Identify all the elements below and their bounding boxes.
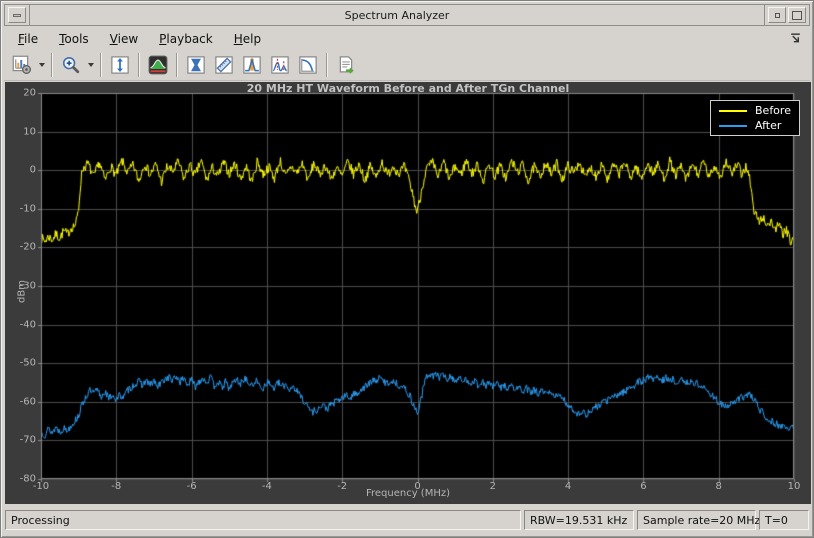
y-tick-label: -20 [19,241,36,253]
y-tick-label: -30 [19,280,36,292]
dock-button[interactable] [788,32,802,46]
generate-script-button[interactable] [333,52,359,78]
configuration-button[interactable] [9,52,35,78]
y-tick-label: 20 [23,87,36,99]
window-menu-button[interactable] [8,7,26,23]
ccdf-measurements-button[interactable] [295,52,321,78]
x-tick-label: 6 [640,481,647,492]
menu-help[interactable]: Help [228,30,267,48]
x-tick-label: -6 [186,481,197,492]
toolbar-separator [326,52,328,77]
maximize-icon [792,10,802,20]
menu-playback[interactable]: Playback [153,30,219,48]
legend-line-before [719,109,747,112]
plot-title: 20 MHz HT Waveform Before and After TGn … [246,82,570,95]
status-time: T=0 [759,510,809,530]
generate-script-icon [339,55,354,74]
y-tick-label: -40 [19,319,36,331]
chevron-down-icon [38,62,45,67]
spectrum-settings-icon [148,55,168,74]
minimize-button[interactable] [768,7,786,23]
measurements-ruler-button[interactable] [211,52,237,78]
chevron-down-icon [87,62,94,67]
legend-label-before: Before [755,104,791,117]
x-tick-label: 4 [564,481,572,492]
menu-bar: File Tools View Playback Help [4,28,810,49]
plot-container: 20 MHz HT Waveform Before and After TGn … [5,82,811,504]
y-tick-label: 10 [23,126,36,138]
x-tick-label: -8 [111,481,122,492]
x-tick-label: 8 [715,481,722,492]
window-menu-icon [13,13,21,17]
x-axis-label: Frequency (MHz) [365,488,451,499]
title-bar-left [5,5,30,25]
configuration-icon [12,55,31,74]
zoom-in-icon [62,56,80,73]
status-sample-rate: Sample rate=20 MHz [637,510,760,530]
status-bar: Processing RBW=19.531 kHz Sample rate=20… [4,507,810,533]
legend-label-after: After [755,119,782,132]
y-tick-label: -80 [19,473,36,485]
zoom-in-button[interactable] [58,52,84,78]
dock-arrow-icon [790,33,800,43]
spectrum-canvas[interactable] [5,82,811,503]
menu-view[interactable]: View [104,30,144,48]
zoom-dropdown[interactable] [85,52,96,78]
minimize-icon [774,12,780,18]
legend-line-after [719,124,747,127]
status-rbw: RBW=19.531 kHz [524,510,634,530]
y-tick-label: -60 [19,396,36,408]
legend-entry-after: After [719,120,791,131]
peak-finder-button[interactable] [239,52,265,78]
maximize-button[interactable] [788,7,806,23]
x-tick-label: -4 [261,481,272,492]
y-tick-label: -50 [19,357,36,369]
title-bar-right [764,5,809,25]
legend-entry-before: Before [719,105,791,116]
ccdf-measurements-icon [299,55,317,74]
spectral-mask-icon [187,55,205,74]
peak-finder-icon [243,55,261,74]
configuration-dropdown[interactable] [36,52,47,78]
distortion-measurements-icon [271,55,289,74]
y-tick-label: 0 [29,164,36,176]
legend[interactable]: Before After [710,100,800,136]
spectrum-settings-button[interactable] [145,52,171,78]
toolbar-separator [51,52,53,77]
full-span-button[interactable] [107,52,133,78]
spectral-mask-button[interactable] [183,52,209,78]
y-tick-label: -10 [19,203,36,215]
toolbar-separator [100,52,102,77]
x-tick-label: 0 [414,481,421,492]
y-tick-label: -70 [19,434,36,446]
x-tick-label: 10 [787,481,801,492]
toolbar [4,49,810,81]
x-tick-label: 2 [489,481,496,492]
status-processing: Processing [5,510,521,530]
title-bar: Spectrum Analyzer [4,4,810,26]
toolbar-separator [138,52,140,77]
window-title: Spectrum Analyzer [344,8,450,22]
menu-file[interactable]: File [12,30,44,48]
toolbar-separator [176,52,178,77]
full-span-icon [111,55,129,74]
menu-tools[interactable]: Tools [53,30,95,48]
spectrum-analyzer-window: Spectrum Analyzer File Tools View Playba… [0,0,814,538]
x-tick-label: -2 [337,481,348,492]
distortion-measurements-button[interactable] [267,52,293,78]
measurements-ruler-icon [215,55,233,74]
